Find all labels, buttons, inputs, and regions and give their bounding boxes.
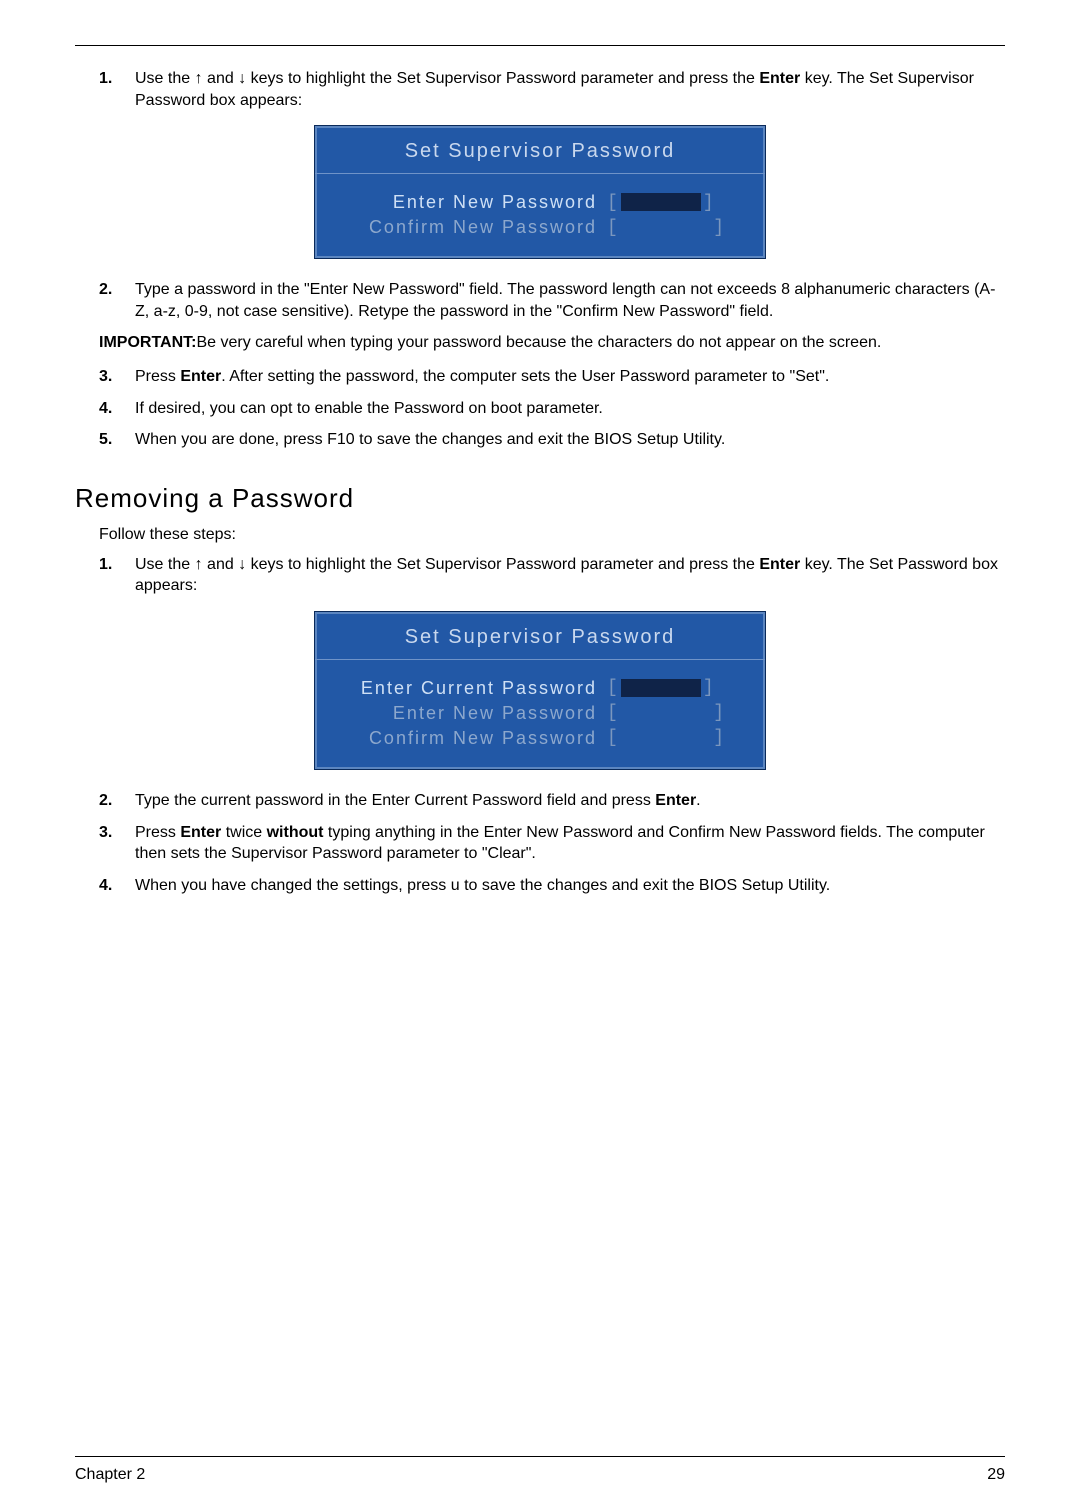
important-text: Be very careful when typing your passwor… [196,334,881,351]
step-number: 1. [99,554,112,576]
set-password-step1-list: 1. Use the ↑ and ↓ keys to highlight the… [99,68,1005,111]
remove-password-step1-list: 1. Use the ↑ and ↓ keys to highlight the… [99,554,1005,597]
important-note: IMPORTANT:Be very careful when typing yo… [99,332,1005,354]
step-text: Use the ↑ and ↓ keys to highlight the Se… [135,556,998,595]
bios-dialog-title: Set Supervisor Password [315,126,765,174]
down-arrow-icon: ↓ [238,70,246,87]
list-item: 2. Type the current password in the Ente… [99,790,1005,812]
step-number: 2. [99,279,112,301]
bios-field-value: [ ] [607,218,747,238]
down-arrow-icon: ↓ [238,556,246,573]
bios-field-label: Enter Current Password [333,678,607,699]
enter-key: Enter [655,792,696,809]
list-item: 2. Type a password in the "Enter New Pas… [99,279,1005,322]
step-text: When you have changed the settings, pres… [135,877,830,894]
remove-password-steps-rest: 2. Type the current password in the Ente… [99,790,1005,896]
bios-field-label: Confirm New Password [333,728,607,749]
step-number: 3. [99,366,112,388]
bios-dialog-body: Enter Current Password [] Enter New Pass… [315,660,765,769]
bios-field-value: [] [607,193,747,213]
step-number: 5. [99,429,112,451]
bios-dialog-body: Enter New Password [] Confirm New Passwo… [315,174,765,258]
bottom-rule [75,1456,1005,1457]
step-number: 1. [99,68,112,90]
step-number: 4. [99,875,112,897]
step-text: Press Enter twice without typing anythin… [135,824,985,863]
bios-dialog-title: Set Supervisor Password [315,612,765,660]
bios-field-value: [ ] [607,703,747,723]
list-item: 1. Use the ↑ and ↓ keys to highlight the… [99,68,1005,111]
enter-key: Enter [180,368,221,385]
bios-field-row: Enter Current Password [] [329,676,751,701]
step-text: If desired, you can opt to enable the Pa… [135,400,603,417]
bios-set-password-dialog: Set Supervisor Password Enter New Passwo… [314,125,766,259]
list-item: 4. When you have changed the settings, p… [99,875,1005,897]
step-number: 3. [99,822,112,844]
without-bold: without [267,824,324,841]
bios-field-label: Enter New Password [333,192,607,213]
step-text: Press Enter. After setting the password,… [135,368,829,385]
bios-field-label: Confirm New Password [333,217,607,238]
document-page: 1. Use the ↑ and ↓ keys to highlight the… [0,0,1080,1512]
bios-remove-password-dialog: Set Supervisor Password Enter Current Pa… [314,611,766,770]
key-char: u [451,877,460,894]
bios-field-value: [] [607,678,747,698]
password-entry-cursor [621,193,701,211]
step-text: Type a password in the "Enter New Passwo… [135,281,995,320]
follow-steps-text: Follow these steps: [99,526,1005,544]
list-item: 4. If desired, you can opt to enable the… [99,398,1005,420]
page-number: 29 [987,1466,1005,1484]
bios-field-value: [ ] [607,728,747,748]
list-item: 3. Press Enter. After setting the passwo… [99,366,1005,388]
bios-field-row: Enter New Password [ ] [329,701,751,726]
step-number: 4. [99,398,112,420]
set-password-steps-rest: 3. Press Enter. After setting the passwo… [99,366,1005,451]
up-arrow-icon: ↑ [195,556,203,573]
list-item: 1. Use the ↑ and ↓ keys to highlight the… [99,554,1005,597]
bios-field-row: Enter New Password [] [329,190,751,215]
up-arrow-icon: ↑ [195,70,203,87]
step-number: 2. [99,790,112,812]
top-rule [75,45,1005,46]
enter-key: Enter [759,70,800,87]
bios-field-label: Enter New Password [333,703,607,724]
chapter-label: Chapter 2 [75,1466,145,1483]
step-text: When you are done, press F10 to save the… [135,431,725,448]
bios-field-row: Confirm New Password [ ] [329,215,751,240]
section-heading-removing-password: Removing a Password [75,483,1005,514]
step-text: Use the ↑ and ↓ keys to highlight the Se… [135,70,974,109]
password-entry-cursor [621,679,701,697]
list-item: 3. Press Enter twice without typing anyt… [99,822,1005,865]
list-item: 5. When you are done, press F10 to save … [99,429,1005,451]
page-footer: Chapter 2 29 [75,1466,1005,1484]
enter-key: Enter [180,824,221,841]
important-label: IMPORTANT: [99,334,196,351]
enter-key: Enter [759,556,800,573]
set-password-step2-list: 2. Type a password in the "Enter New Pas… [99,279,1005,322]
step-text: Type the current password in the Enter C… [135,792,701,809]
bios-field-row: Confirm New Password [ ] [329,726,751,751]
